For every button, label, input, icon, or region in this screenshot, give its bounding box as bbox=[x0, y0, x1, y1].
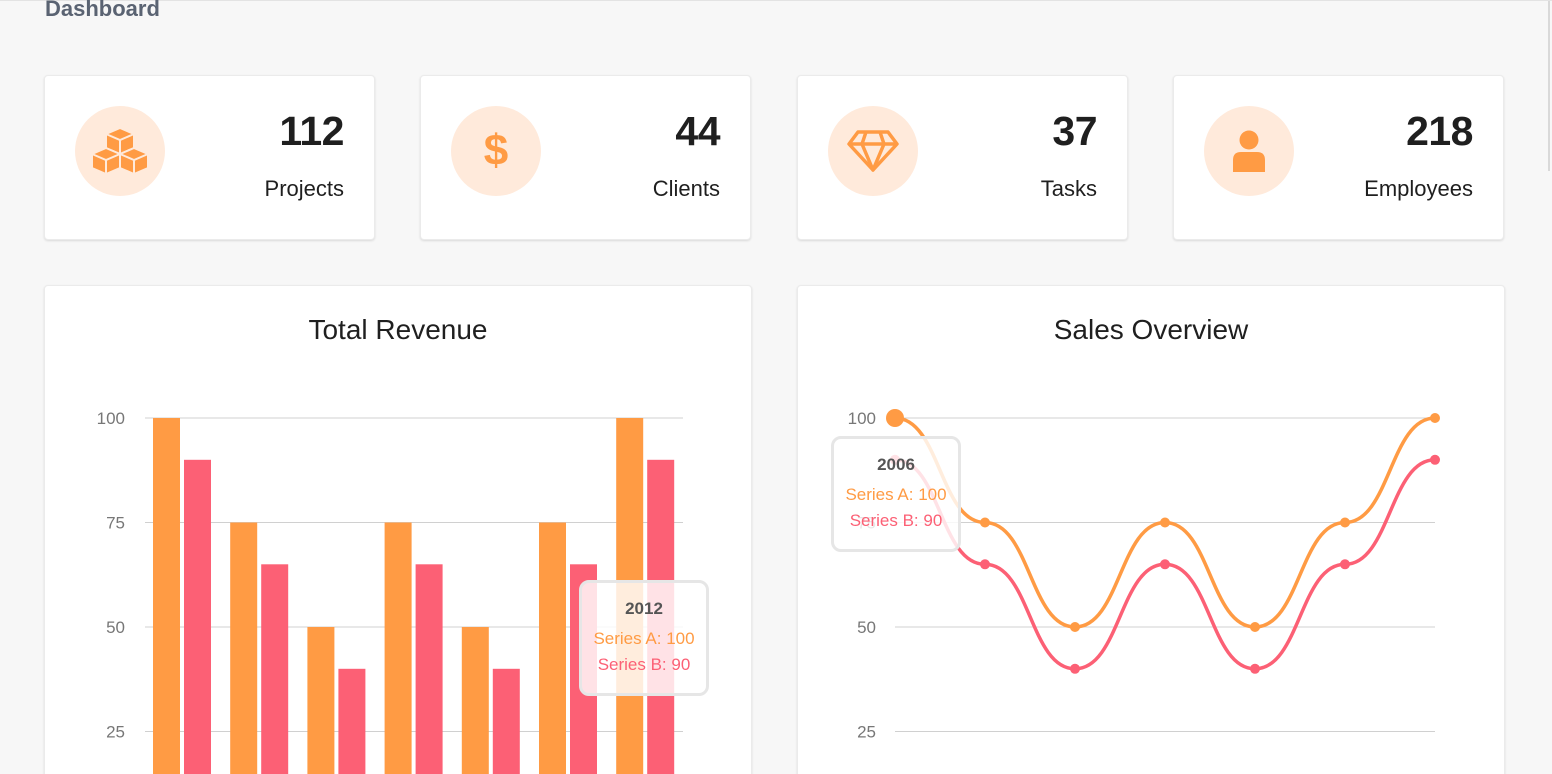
sales-overview-card: Sales Overview 100755025 2006 Series A: … bbox=[797, 285, 1505, 774]
cubes-icon bbox=[75, 106, 165, 196]
tooltip-series-a: Series A: 100 bbox=[845, 485, 947, 504]
bar-chart: 100 75 50 25 bbox=[97, 409, 683, 774]
dashboard-page: Dashboard 112 Projects $ 44 Clients 37 T… bbox=[0, 0, 1552, 774]
stat-label: Projects bbox=[264, 176, 344, 201]
stat-value: 37 bbox=[1052, 108, 1097, 154]
bar-series-a[interactable] bbox=[230, 522, 258, 774]
page-title: Dashboard bbox=[45, 0, 160, 21]
y-tick-label: 75 bbox=[106, 514, 125, 533]
data-point[interactable] bbox=[1160, 517, 1170, 528]
stat-value: 218 bbox=[1406, 108, 1473, 154]
bar-series-b[interactable] bbox=[338, 668, 366, 774]
data-point[interactable] bbox=[1070, 622, 1080, 632]
stat-label: Clients bbox=[652, 176, 720, 201]
data-point[interactable] bbox=[1070, 663, 1080, 674]
stat-card-clients[interactable]: $ 44 Clients bbox=[420, 75, 751, 240]
data-point[interactable] bbox=[886, 409, 904, 427]
user-icon bbox=[1204, 106, 1294, 196]
stat-value: 44 bbox=[675, 108, 720, 154]
tooltip-title: 2006 bbox=[877, 455, 915, 474]
y-tick-label: 100 bbox=[97, 409, 125, 428]
gem-icon bbox=[828, 106, 918, 196]
bar-series-b[interactable] bbox=[415, 564, 443, 774]
bar-series-a[interactable] bbox=[307, 627, 335, 774]
bar-series-a[interactable] bbox=[539, 522, 566, 774]
stat-label: Employees bbox=[1364, 176, 1473, 201]
stat-card-projects[interactable]: 112 Projects bbox=[44, 75, 375, 240]
y-tick-label: 25 bbox=[106, 723, 125, 742]
chart-tooltip: 2012 Series A: 100 Series B: 90 bbox=[579, 580, 709, 696]
dollar-icon: $ bbox=[451, 106, 541, 196]
data-point[interactable] bbox=[1160, 559, 1170, 570]
bar-series-a[interactable] bbox=[384, 522, 412, 774]
stat-card-employees[interactable]: 218 Employees bbox=[1173, 75, 1504, 240]
stat-label: Tasks bbox=[1040, 176, 1097, 201]
bar-series-a[interactable] bbox=[153, 418, 180, 774]
tooltip-series-a: Series A: 100 bbox=[593, 629, 695, 648]
stat-value: 112 bbox=[279, 108, 344, 154]
y-tick-label: 25 bbox=[857, 723, 876, 742]
data-point[interactable] bbox=[1250, 622, 1260, 632]
tooltip-series-b: Series B: 90 bbox=[849, 511, 943, 530]
chart-tooltip: 2006 Series A: 100 Series B: 90 bbox=[831, 436, 961, 552]
data-point[interactable] bbox=[980, 517, 990, 528]
y-tick-label: 50 bbox=[857, 618, 876, 637]
data-point[interactable] bbox=[1250, 663, 1260, 674]
scrollbar[interactable] bbox=[1548, 1, 1550, 171]
stat-card-tasks[interactable]: 37 Tasks bbox=[797, 75, 1128, 240]
tooltip-title: 2012 bbox=[625, 599, 663, 618]
tooltip-series-b: Series B: 90 bbox=[597, 655, 691, 674]
data-point[interactable] bbox=[980, 559, 990, 570]
data-point[interactable] bbox=[1430, 413, 1440, 423]
data-point[interactable] bbox=[1340, 559, 1350, 570]
bar-series-a[interactable] bbox=[461, 627, 489, 774]
data-point[interactable] bbox=[1430, 454, 1440, 465]
total-revenue-card: Total Revenue 100 75 50 25 2012 Series A: 1… bbox=[44, 285, 752, 774]
data-point[interactable] bbox=[1340, 517, 1350, 528]
bar-series-b[interactable] bbox=[184, 459, 211, 774]
bar-series-b[interactable] bbox=[492, 668, 520, 774]
y-tick-label: 100 bbox=[848, 409, 876, 428]
bar-series-b[interactable] bbox=[261, 564, 289, 774]
y-tick-label: 50 bbox=[106, 618, 125, 637]
